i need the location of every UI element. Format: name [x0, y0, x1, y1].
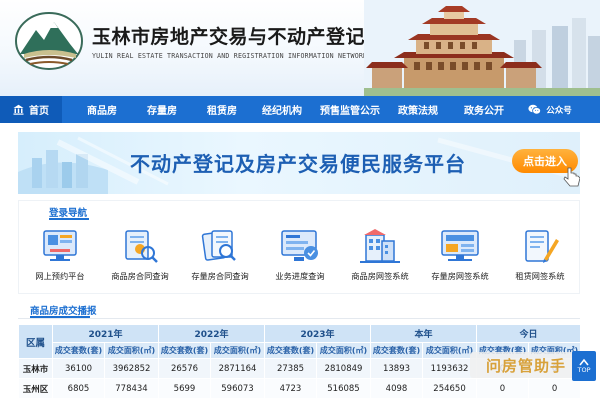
- section-divider: [18, 318, 580, 319]
- table-cell: 6805: [52, 378, 105, 399]
- service-label: 商品房合同查询: [111, 271, 169, 281]
- column-header-area: 成交面积(㎡): [210, 342, 265, 359]
- nav-item-label: 首页: [29, 106, 49, 117]
- contract-search-icon: [125, 230, 158, 263]
- section-title-underline: [49, 218, 89, 220]
- table-row: 玉州区 6805 778434 5699 596073 4723 516085 …: [18, 378, 582, 399]
- nav-item-wechat[interactable]: 公众号: [520, 96, 580, 123]
- service-new-home-contract-query[interactable]: 商品房合同查询: [102, 225, 178, 291]
- column-header-area: 成交面积(㎡): [316, 342, 371, 359]
- service-existing-home-contract-query[interactable]: 存量房合同查询: [182, 225, 258, 291]
- column-header-region: 区属: [18, 324, 53, 359]
- column-header-area: 成交面积(㎡): [104, 342, 159, 359]
- back-to-top-label: TOP: [577, 366, 591, 374]
- login-navigation-section: 登录导航 网上预约平台 商品房合同查询 存量房合同查询 业务进度查询 商品房网签…: [18, 200, 580, 294]
- section-title: 登录导航: [49, 208, 88, 219]
- back-to-top-button[interactable]: TOP: [572, 351, 596, 381]
- progress-monitor-icon: [281, 230, 318, 261]
- nav-item-policies[interactable]: 政策法规: [388, 96, 448, 123]
- service-label: 租赁网签系统: [515, 271, 565, 281]
- table-cell: 13893: [370, 358, 423, 379]
- mountain-logo-icon[interactable]: [14, 10, 84, 72]
- table-cell: 27385: [264, 358, 317, 379]
- column-header-year: 2022年: [158, 324, 265, 343]
- nav-item-existing-homes[interactable]: 存量房: [132, 96, 192, 123]
- column-header-year: 2021年: [52, 324, 159, 343]
- nav-item-label: 公众号: [546, 105, 572, 116]
- nav-item-home[interactable]: 首页: [0, 96, 62, 123]
- wechat-icon: [528, 104, 542, 115]
- watermark: 问房管助手: [470, 352, 582, 378]
- nav-item-label: 预售监管公示: [320, 106, 380, 117]
- column-header-year: 今日: [476, 324, 582, 343]
- service-label: 存量房合同查询: [191, 271, 249, 281]
- column-header-count: 成交套数(套): [370, 342, 423, 359]
- column-header-year: 本年: [369, 324, 478, 343]
- nav-item-label: 政策法规: [398, 106, 438, 117]
- table-cell: 596073: [210, 378, 265, 399]
- nav-item-presale-supervision[interactable]: 预售监管公示: [312, 96, 388, 123]
- table-cell: 3962852: [104, 358, 159, 379]
- service-label: 网上预约平台: [35, 271, 85, 281]
- nav-item-label: 政务公开: [464, 106, 504, 117]
- service-platform-banner[interactable]: 不动产登记及房产交易便民服务平台 点击进入: [18, 132, 580, 194]
- arrow-up-icon: [579, 358, 589, 366]
- page: 玉林市房地产交易与不动产登记信息网 YULIN REAL ESTATE TRAN…: [0, 0, 600, 400]
- nav-item-government-affairs[interactable]: 政务公开: [448, 96, 520, 123]
- service-label: 存量房网签系统: [431, 271, 489, 281]
- table-cell: 0: [476, 378, 530, 399]
- column-header-area: 成交面积(㎡): [421, 342, 478, 359]
- building-icon: [360, 229, 400, 263]
- region-cell: 玉林市: [18, 358, 53, 379]
- table-cell: 36100: [52, 358, 105, 379]
- service-label: 业务进度查询: [275, 271, 325, 281]
- lease-sign-icon: [525, 230, 559, 263]
- banner-title: 不动产登记及房产交易便民服务平台: [130, 152, 466, 176]
- appointment-icon: [43, 230, 77, 261]
- column-header-count: 成交套数(套): [264, 342, 317, 359]
- table-cell: 4723: [264, 378, 317, 399]
- table-cell: 2871164: [210, 358, 265, 379]
- service-online-appointment[interactable]: 网上预约平台: [22, 225, 98, 291]
- table-cell: 0: [528, 378, 582, 399]
- nav-item-label: 存量房: [147, 106, 177, 117]
- table-cell: 4098: [370, 378, 423, 399]
- table-cell: 1193632: [421, 358, 478, 379]
- column-header-count: 成交套数(套): [158, 342, 211, 359]
- transactions-title: 商品房成交播报: [30, 306, 97, 317]
- document-search-icon: [201, 230, 236, 261]
- nav-item-label: 租赁房: [207, 106, 237, 117]
- nav-item-label: 经纪机构: [262, 106, 302, 117]
- table-cell: 5699: [158, 378, 211, 399]
- bank-icon: [13, 104, 24, 115]
- region-cell: 玉州区: [18, 378, 53, 399]
- site-subtitle: YULIN REAL ESTATE TRANSACTION AND REGIST…: [92, 52, 368, 60]
- nav-item-agencies[interactable]: 经纪机构: [252, 96, 312, 123]
- site-header: 玉林市房地产交易与不动产登记信息网 YULIN REAL ESTATE TRAN…: [0, 0, 600, 96]
- table-cell: 516085: [316, 378, 371, 399]
- table-cell: 778434: [104, 378, 159, 399]
- city-skyline-illustration: [364, 0, 600, 96]
- service-business-progress-query[interactable]: 业务进度查询: [262, 225, 338, 291]
- pointer-hand-icon: [563, 167, 580, 187]
- nav-item-rental[interactable]: 租赁房: [192, 96, 252, 123]
- service-label: 商品房网签系统: [351, 271, 409, 281]
- service-lease-signing-system[interactable]: 租赁网签系统: [502, 225, 578, 291]
- column-header-year: 2023年: [264, 324, 371, 343]
- nav-item-label: 商品房: [87, 106, 117, 117]
- service-new-home-signing-system[interactable]: 商品房网签系统: [342, 225, 418, 291]
- service-existing-home-signing-system[interactable]: 存量房网签系统: [422, 225, 498, 291]
- nav-item-new-homes[interactable]: 商品房: [72, 96, 132, 123]
- table-cell: 26576: [158, 358, 211, 379]
- screen-system-icon: [441, 230, 479, 261]
- table-cell: 254650: [421, 378, 478, 399]
- main-nav: 首页 商品房 存量房 租赁房 经纪机构 预售监管公示 政策法规 政务公开 公众号: [0, 96, 600, 123]
- table-cell: 2810849: [316, 358, 371, 379]
- column-header-count: 成交套数(套): [52, 342, 105, 359]
